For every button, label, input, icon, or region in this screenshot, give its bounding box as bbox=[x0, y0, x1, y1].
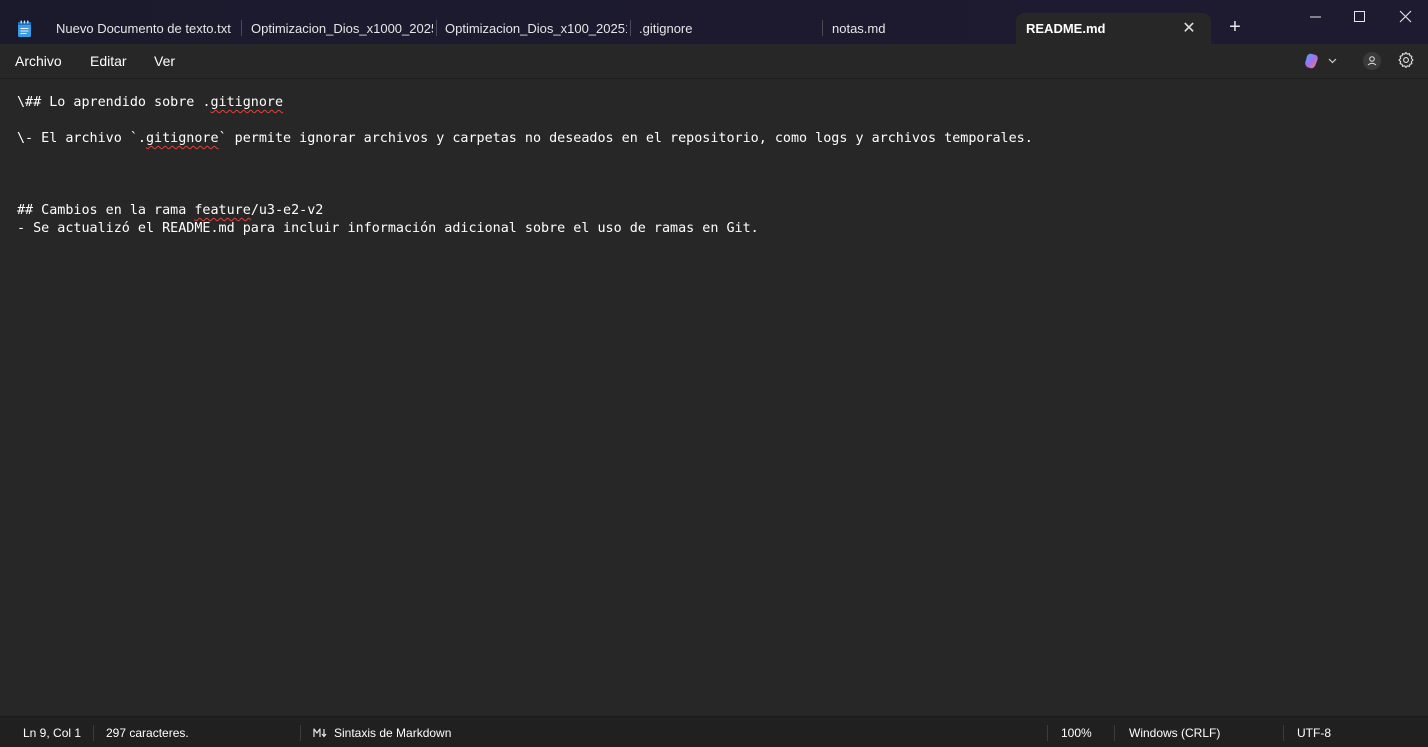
copilot-icon[interactable] bbox=[1304, 52, 1340, 70]
tab-label: README.md bbox=[1026, 21, 1106, 36]
maximize-button[interactable] bbox=[1337, 0, 1383, 34]
tab-notas[interactable]: notas.md bbox=[832, 13, 1012, 44]
tab-label: Nuevo Documento de texto.txt bbox=[56, 21, 231, 36]
gear-icon[interactable] bbox=[1397, 51, 1415, 69]
editor-line-7: ## Cambios en la rama feature/u3-e2-v2 bbox=[17, 202, 323, 220]
tab-label: .gitignore bbox=[639, 21, 693, 36]
close-icon bbox=[1399, 10, 1412, 23]
editor-line-1: \## Lo aprendido sobre .gitignore bbox=[17, 94, 283, 112]
tab-optimizacion-x1000[interactable]: Optimizacion_Dios_x1000_2025141 bbox=[251, 13, 433, 44]
text-editor[interactable]: \## Lo aprendido sobre .gitignore \- El … bbox=[0, 78, 1428, 717]
cursor-position[interactable]: Ln 9, Col 1 bbox=[23, 717, 81, 747]
spellcheck-word[interactable]: gitignore bbox=[146, 131, 219, 146]
title-bar: Nuevo Documento de texto.txt Optimizacio… bbox=[0, 0, 1428, 44]
notepad-icon bbox=[18, 20, 31, 37]
text-segment: \## Lo aprendido sobre bbox=[17, 95, 203, 110]
text-segment: ## Cambios en la rama bbox=[17, 203, 195, 218]
text-segment: \- El archivo `. bbox=[17, 131, 146, 146]
menu-archivo[interactable]: Archivo bbox=[15, 53, 62, 69]
editor-line-8: - Se actualizó el README.md para incluir… bbox=[17, 221, 759, 236]
text-segment: . bbox=[202, 95, 211, 110]
tab-separator bbox=[630, 20, 631, 36]
new-tab-button[interactable]: + bbox=[1224, 16, 1246, 38]
minimize-icon bbox=[1310, 16, 1321, 18]
tab-label: Optimizacion_Dios_x100_2025141( bbox=[445, 21, 627, 36]
status-bar: Ln 9, Col 1 297 caracteres. Sintaxis de … bbox=[0, 716, 1428, 747]
tab-separator bbox=[822, 20, 823, 36]
menu-ver[interactable]: Ver bbox=[154, 53, 175, 69]
tab-separator bbox=[436, 20, 437, 36]
line-ending[interactable]: Windows (CRLF) bbox=[1129, 717, 1220, 747]
tab-gitignore[interactable]: .gitignore bbox=[639, 13, 819, 44]
status-separator bbox=[93, 725, 94, 741]
minimize-button[interactable] bbox=[1292, 0, 1338, 34]
status-separator bbox=[1114, 725, 1115, 741]
zoom-level[interactable]: 100% bbox=[1061, 717, 1092, 747]
notepad-window: Nuevo Documento de texto.txt Optimizacio… bbox=[0, 0, 1428, 747]
tab-separator bbox=[241, 20, 242, 36]
status-separator bbox=[1047, 725, 1048, 741]
character-count: 297 caracteres. bbox=[106, 726, 189, 740]
tab-label: notas.md bbox=[832, 21, 886, 36]
close-window-button[interactable] bbox=[1382, 0, 1428, 34]
status-separator bbox=[1283, 725, 1284, 741]
tab-nuevo-documento[interactable]: Nuevo Documento de texto.txt bbox=[56, 13, 236, 44]
text-segment: ` permite ignorar archivos y carpetas no… bbox=[218, 131, 1033, 146]
markdown-icon bbox=[313, 728, 327, 738]
spellcheck-word[interactable]: gitignore bbox=[211, 95, 284, 110]
text-segment: /u3-e2-v2 bbox=[250, 203, 324, 218]
spellcheck-word[interactable]: feature bbox=[194, 203, 250, 218]
close-tab-icon[interactable]: ✕ bbox=[1181, 13, 1197, 44]
account-icon[interactable] bbox=[1362, 51, 1382, 71]
menu-bar: Archivo Editar Ver bbox=[0, 44, 1428, 78]
syntax-mode[interactable]: Sintaxis de Markdown bbox=[334, 717, 451, 747]
tab-readme[interactable]: README.md ✕ bbox=[1016, 13, 1211, 44]
editor-line-3: \- El archivo `.gitignore` permite ignor… bbox=[17, 130, 1033, 148]
tab-optimizacion-x100[interactable]: Optimizacion_Dios_x100_2025141( bbox=[445, 13, 627, 44]
menu-editar[interactable]: Editar bbox=[90, 53, 127, 69]
tab-label: Optimizacion_Dios_x1000_2025141 bbox=[251, 21, 433, 36]
maximize-icon bbox=[1354, 11, 1365, 22]
status-separator bbox=[300, 725, 301, 741]
encoding[interactable]: UTF-8 bbox=[1297, 717, 1331, 747]
